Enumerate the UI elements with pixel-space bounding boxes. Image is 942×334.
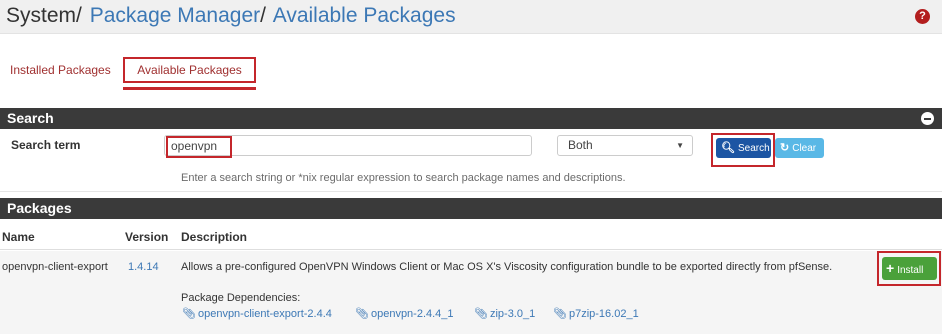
tab-available-packages[interactable]: Available Packages: [123, 57, 256, 83]
breadcrumb: System/ Package Manager/ Available Packa…: [6, 3, 456, 29]
search-input-highlight: [166, 136, 232, 158]
column-header-name: Name: [2, 230, 35, 244]
breadcrumb-package-manager[interactable]: Package Manager: [90, 4, 260, 27]
paperclip-icon: 📎︎: [182, 308, 196, 320]
search-hint-text: Enter a search string or *nix regular ex…: [181, 172, 626, 184]
breadcrumb-separator: /: [260, 4, 266, 27]
tab-installed-packages[interactable]: Installed Packages: [10, 60, 111, 80]
clear-button[interactable]: ↻ Clear: [775, 138, 824, 158]
clear-button-label: Clear: [792, 143, 817, 154]
packages-panel-heading: Packages: [0, 198, 942, 219]
packages-table-header: Name Version Description: [0, 225, 942, 250]
dependency-link[interactable]: 📎︎ openvpn-2.4.4_1: [355, 307, 454, 320]
tab-bar: Installed Packages Available Packages: [0, 57, 942, 87]
package-dependencies-label: Package Dependencies:: [181, 292, 301, 304]
search-panel-heading: Search: [0, 108, 942, 129]
dependency-label: openvpn-2.4.4_1: [370, 308, 454, 320]
breadcrumb-separator: /: [76, 4, 82, 27]
paperclip-icon: 📎︎: [553, 308, 567, 320]
dependency-link[interactable]: 📎︎ zip-3.0_1: [474, 307, 535, 320]
dependency-label: zip-3.0_1: [489, 308, 536, 320]
breadcrumb-system: System: [6, 4, 77, 27]
package-name: openvpn-client-export: [2, 261, 108, 273]
dependency-label: openvpn-client-export-2.4.4: [197, 308, 332, 320]
help-icon[interactable]: ?: [915, 9, 930, 24]
search-scope-value: Both: [568, 138, 593, 152]
package-version-link[interactable]: 1.4.14: [128, 261, 159, 273]
dependency-link[interactable]: 📎︎ p7zip-16.02_1: [553, 307, 639, 320]
packages-panel-title: Packages: [7, 200, 72, 216]
install-button-highlight: [877, 251, 941, 286]
paperclip-icon: 📎︎: [355, 308, 369, 320]
search-scope-select[interactable]: Both ▼: [557, 135, 693, 156]
package-description: Allows a pre-configured OpenVPN Windows …: [181, 261, 833, 273]
active-tab-underline: [123, 87, 256, 90]
chevron-down-icon: ▼: [676, 141, 684, 150]
paperclip-icon: 📎︎: [474, 308, 488, 320]
dependency-link[interactable]: 📎︎ openvpn-client-export-2.4.4: [182, 307, 332, 320]
undo-icon: ↻: [780, 142, 790, 154]
page-header: System/ Package Manager/ Available Packa…: [0, 0, 942, 34]
collapse-icon[interactable]: [921, 112, 934, 125]
column-header-version: Version: [125, 230, 169, 244]
search-button-highlight: [711, 133, 775, 167]
column-header-description: Description: [181, 230, 248, 244]
breadcrumb-available-packages[interactable]: Available Packages: [273, 4, 456, 27]
dependency-label: p7zip-16.02_1: [568, 308, 639, 320]
search-panel-title: Search: [7, 110, 54, 126]
table-row: openvpn-client-export 1.4.14 Allows a pr…: [0, 251, 942, 334]
search-term-label: Search term: [11, 138, 81, 152]
